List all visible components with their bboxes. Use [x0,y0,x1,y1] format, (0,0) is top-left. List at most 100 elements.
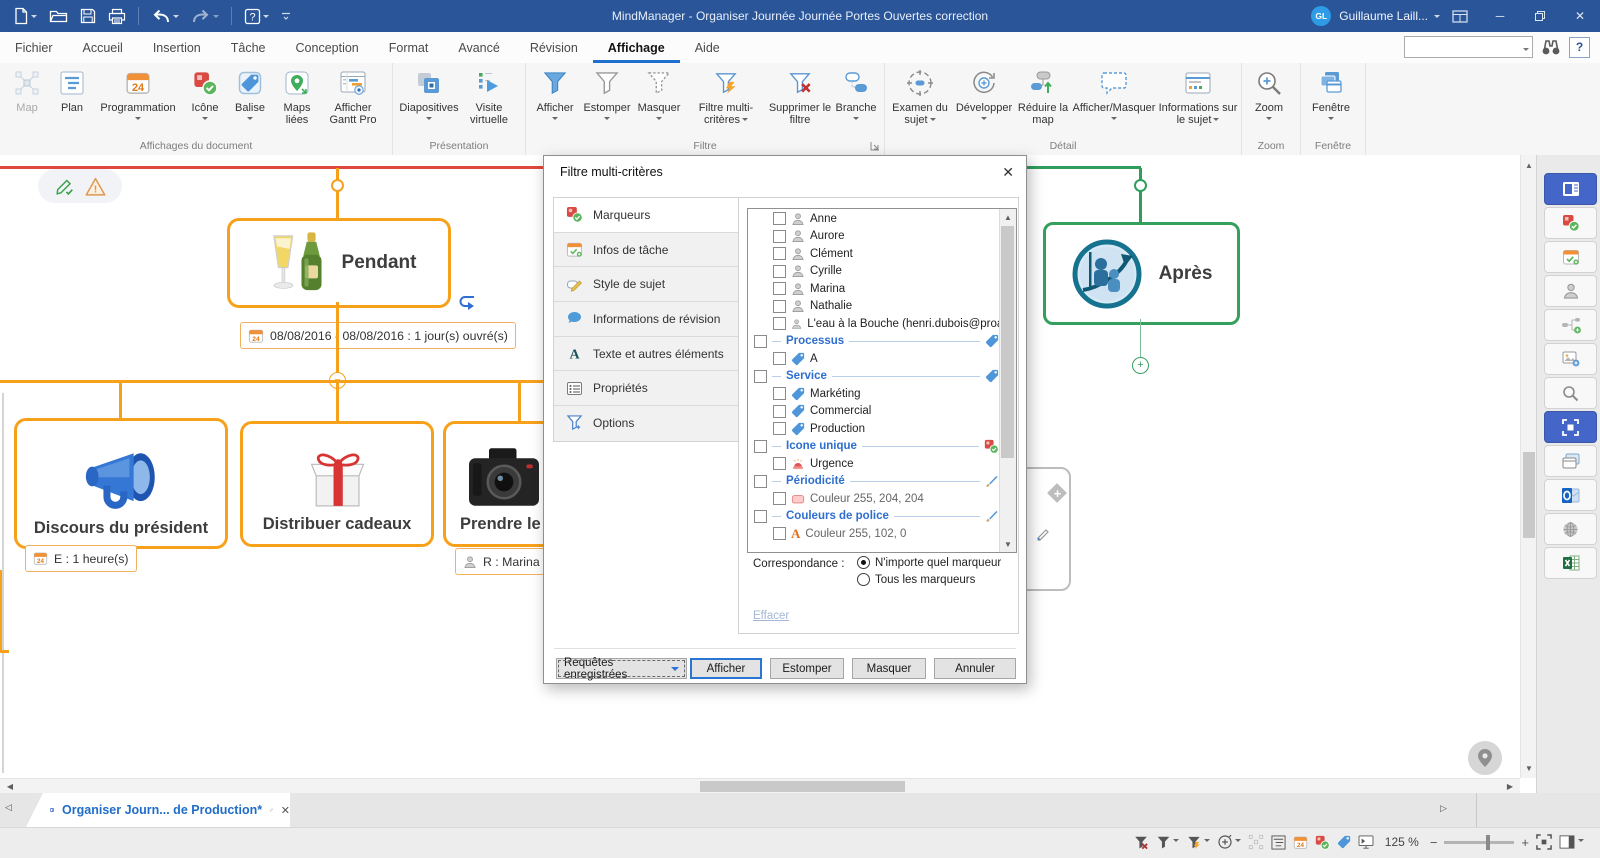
checkbox[interactable] [754,440,767,453]
checkbox[interactable] [754,475,767,488]
edit-pencil-icon[interactable] [54,175,76,197]
relationship-icon[interactable] [453,293,477,313]
sidebar-infos-tache-button[interactable] [1544,241,1597,273]
vertical-scroll-thumb[interactable] [1523,452,1535,538]
checkbox[interactable] [773,405,786,418]
dialog-tab-infos-revision[interactable]: Informations de révision [554,302,738,337]
list-item[interactable]: Markéting [749,385,999,403]
topic-cadeaux[interactable]: Distribuer cadeaux [240,421,434,547]
checkbox[interactable] [754,335,767,348]
tab-fichier[interactable]: Fichier [0,32,68,63]
list-item[interactable]: ACouleur 255, 102, 0 [749,525,999,543]
tab-format[interactable]: Format [374,32,444,63]
list-scroll-thumb[interactable] [1001,226,1014,458]
checkbox[interactable] [773,247,786,260]
sidebar-fit-map-button[interactable] [1544,411,1597,443]
print-button[interactable] [103,2,131,30]
checkbox[interactable] [773,212,786,225]
zoom-slider[interactable] [1444,841,1514,844]
list-item[interactable]: Commercial [749,403,999,421]
maps-liees-button[interactable]: Maps liées [273,66,321,126]
document-tab[interactable]: Organiser Journ... de Production* ✕ [26,793,290,827]
dialog-close-button[interactable]: ✕ [1002,164,1014,181]
filtre-masquer-button[interactable]: Masquer [633,66,685,123]
list-item[interactable]: Anne [749,210,999,228]
filtre-estomper-button[interactable]: Estomper [581,66,633,123]
afficher-masquer-button[interactable]: Afficher/Masquer [1070,66,1158,123]
list-item[interactable]: Production [749,420,999,438]
dialog-tab-proprietes[interactable]: Propriétés [554,371,738,406]
list-item[interactable]: Clément [749,245,999,263]
developper-button[interactable]: Développer [952,66,1016,123]
list-item[interactable]: A [749,350,999,368]
tab-tache[interactable]: Tâche [216,32,281,63]
effacer-link[interactable]: Effacer [753,610,789,622]
checkbox[interactable] [773,317,786,330]
status-slides-view-button[interactable] [1358,833,1374,851]
tab-scroll-left-icon[interactable]: ◁ [5,802,12,813]
scroll-down-arrow[interactable]: ▼ [1000,536,1016,552]
status-filter-button[interactable] [1156,833,1179,851]
ribbon-display-options-button[interactable] [1440,0,1480,32]
checkbox[interactable] [773,352,786,365]
supprimer-le-filtre-button[interactable]: Supprimer le filtre [767,66,833,126]
search-input[interactable] [1404,36,1533,58]
fit-map-button[interactable] [1536,833,1552,851]
dialog-tab-options[interactable]: Options [554,406,738,440]
sidebar-web-button[interactable] [1544,513,1597,545]
radio-button-selected[interactable] [857,556,870,569]
topic-discours[interactable]: Discours du président [14,418,228,549]
topic-apres[interactable]: Après [1043,222,1240,325]
task-info-callout-pendant[interactable]: 08/08/2016 - 08/08/2016 : 1 jour(s) ouvr… [240,322,516,349]
radio-any-marker[interactable]: N'importe quel marqueur [857,556,1001,569]
tab-scroll-right-icon[interactable]: ▷ [1440,803,1447,814]
tab-revision[interactable]: Révision [515,32,593,63]
radio-button[interactable] [857,573,870,586]
new-document-button[interactable] [8,2,42,30]
horizontal-scrollbar[interactable]: ◀ ▶ [0,778,1520,793]
checkbox[interactable] [773,265,786,278]
filtre-branche-button[interactable]: Branche [833,66,879,123]
tab-accueil[interactable]: Accueil [68,32,138,63]
float-window-icon[interactable] [270,805,273,815]
undo-button[interactable] [146,2,184,30]
open-button[interactable] [44,2,73,30]
masquer-button[interactable]: Masquer [852,658,926,679]
warning-icon[interactable]: ! [85,177,106,196]
sidebar-ressources-button[interactable] [1544,275,1597,307]
resource-callout-photos[interactable]: R : Marina [455,548,548,575]
scroll-up-arrow[interactable]: ▲ [1521,157,1536,173]
status-tag-view-button[interactable] [1337,833,1351,851]
zoom-button[interactable]: Zoom [1245,66,1293,123]
checkbox[interactable] [754,510,767,523]
sidebar-map-index-button[interactable] [1544,173,1597,205]
tab-affichage[interactable]: Affichage [593,32,680,63]
dialog-tab-marqueurs[interactable]: Marqueurs [554,198,738,233]
sidebar-outlook-button[interactable] [1544,479,1597,511]
icone-button[interactable]: Icône [183,66,227,123]
sidebar-search-button[interactable] [1544,377,1597,409]
status-schedule-view-button[interactable] [1293,833,1308,851]
vertical-scrollbar[interactable]: ▲ ▼ [1520,155,1536,778]
scroll-right-arrow[interactable]: ▶ [1502,779,1518,793]
status-outline-view-button[interactable] [1271,833,1286,851]
dialog-launcher-icon[interactable] [870,141,880,151]
filtre-multi-criteres-button[interactable]: Filtre multi-critères [685,66,767,126]
checkbox[interactable] [773,457,786,470]
binoculars-icon[interactable] [1541,38,1561,56]
checkbox[interactable] [773,282,786,295]
filtre-afficher-button[interactable]: Afficher [529,66,581,123]
restore-button[interactable] [1520,0,1560,32]
minimize-button[interactable]: ─ [1480,0,1520,32]
list-item[interactable]: Couleur 255, 204, 204 [749,490,999,508]
zoom-slider-handle[interactable] [1486,835,1490,850]
balise-button[interactable]: Balise [227,66,273,123]
list-item[interactable]: Nathalie [749,298,999,316]
sidebar-structure-button[interactable] [1544,309,1597,341]
afficher-button[interactable]: Afficher [690,658,762,679]
dialog-tab-infos-tache[interactable]: Infos de tâche [554,233,738,268]
tab-conception[interactable]: Conception [281,32,374,63]
status-power-filter-button[interactable] [1186,833,1210,851]
task-pane-button[interactable] [1559,833,1584,851]
status-map-view-button[interactable] [1248,833,1264,851]
